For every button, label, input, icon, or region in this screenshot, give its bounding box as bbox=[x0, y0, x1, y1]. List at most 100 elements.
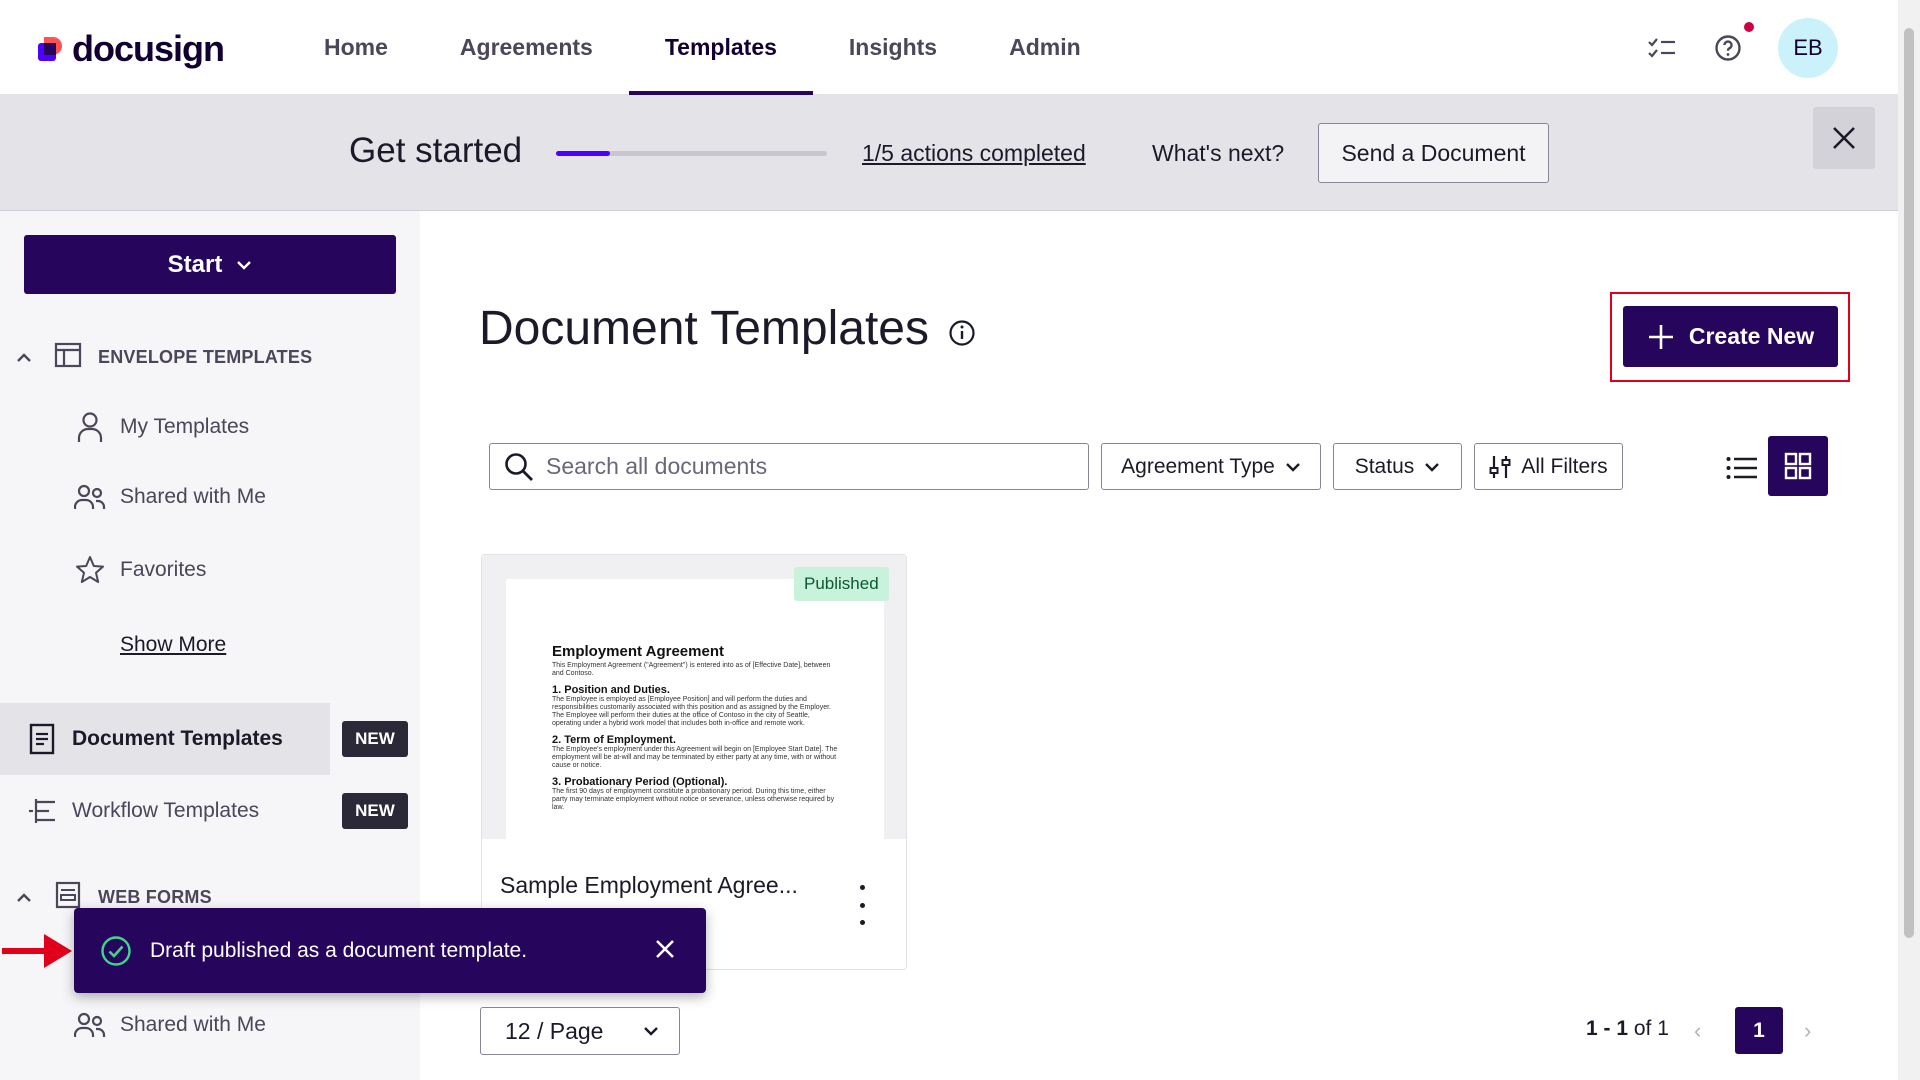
sidebar-item-label: Shared with Me bbox=[120, 1013, 266, 1036]
nav-admin[interactable]: Admin bbox=[973, 0, 1117, 95]
per-page-select[interactable]: 12 / Page bbox=[480, 1007, 680, 1055]
main-nav: Home Agreements Templates Insights Admin bbox=[288, 0, 1117, 95]
progress-fill bbox=[556, 151, 611, 156]
list-view-button[interactable] bbox=[1712, 438, 1772, 498]
search-box bbox=[489, 443, 1089, 490]
sidebar-item-label: Shared with Me bbox=[120, 485, 266, 508]
status-label: Status bbox=[1354, 454, 1415, 478]
red-arrow-icon bbox=[2, 934, 72, 968]
nav-agreements[interactable]: Agreements bbox=[424, 0, 629, 95]
sidebar-item-my-templates[interactable]: My Templates bbox=[74, 411, 249, 443]
tasks-icon[interactable] bbox=[1646, 32, 1678, 64]
template-layout-icon bbox=[54, 341, 84, 374]
notification-dot bbox=[1744, 22, 1754, 32]
workflow-icon bbox=[26, 797, 58, 825]
get-started-banner: Get started 1/5 actions completed What's… bbox=[0, 95, 1898, 211]
envelope-templates-label: ENVELOPE TEMPLATES bbox=[98, 347, 313, 367]
docusign-logo[interactable]: docusign bbox=[38, 28, 225, 70]
preview-intro: This Employment Agreement ("Agreement") … bbox=[552, 662, 831, 677]
new-badge: NEW bbox=[342, 793, 408, 829]
template-thumbnail[interactable]: Employment Agreement This Employment Agr… bbox=[482, 555, 906, 839]
preview-heading: Employment Agreement bbox=[552, 643, 724, 660]
next-page-icon[interactable]: › bbox=[1804, 1018, 1811, 1044]
previous-page-icon[interactable]: ‹ bbox=[1694, 1018, 1701, 1044]
document-icon bbox=[26, 723, 58, 755]
preview-section-body: The Employee's employment under this Agr… bbox=[552, 746, 838, 769]
sidebar-item-document-templates[interactable]: Document Templates bbox=[0, 703, 330, 775]
pagination-summary: 1 - 1 of 1 bbox=[1586, 1017, 1669, 1041]
preview-section-body: The first 90 days of employment constitu… bbox=[552, 788, 835, 811]
person-icon bbox=[74, 411, 106, 443]
close-icon bbox=[656, 940, 674, 958]
page-scrollbar[interactable] bbox=[1898, 0, 1920, 1080]
status-filter[interactable]: Status bbox=[1333, 443, 1462, 490]
more-options-icon[interactable] bbox=[852, 885, 872, 925]
grid-view-button[interactable] bbox=[1768, 436, 1828, 496]
close-banner-button[interactable] bbox=[1813, 107, 1875, 169]
all-filters-button[interactable]: All Filters bbox=[1474, 443, 1623, 490]
template-title[interactable]: Sample Employment Agree... bbox=[500, 872, 798, 899]
top-navigation-bar: docusign Home Agreements Templates Insig… bbox=[0, 0, 1898, 95]
actions-completed-link[interactable]: 1/5 actions completed bbox=[862, 140, 1086, 167]
sidebar-item-webforms-shared-with-me[interactable]: Shared with Me bbox=[74, 1011, 266, 1039]
new-badge: NEW bbox=[342, 721, 408, 757]
sidebar-item-label: Favorites bbox=[120, 558, 207, 581]
close-icon bbox=[1833, 127, 1855, 149]
logo-mark-icon bbox=[38, 35, 64, 63]
chevron-down-icon bbox=[1286, 462, 1300, 472]
create-new-button[interactable]: Create New bbox=[1623, 306, 1838, 367]
sidebar-item-label: My Templates bbox=[120, 415, 250, 438]
sidebar-item-shared-with-me[interactable]: Shared with Me bbox=[74, 483, 266, 511]
show-more-link[interactable]: Show More bbox=[120, 633, 226, 657]
preview-section-title: 3. Probationary Period (Optional). bbox=[552, 776, 728, 788]
banner-title: Get started bbox=[349, 131, 523, 170]
list-icon bbox=[1726, 457, 1757, 479]
info-icon[interactable] bbox=[948, 319, 976, 352]
preview-section-body: The Employee is employed as [Employee Po… bbox=[552, 696, 831, 727]
web-forms-label: WEB FORMS bbox=[98, 887, 212, 907]
preview-section-title: 2. Term of Employment. bbox=[552, 734, 676, 746]
whats-next-label: What's next? bbox=[1152, 140, 1285, 166]
progress-bar bbox=[556, 151, 827, 156]
chevron-down-icon bbox=[1425, 462, 1440, 472]
agreement-type-filter[interactable]: Agreement Type bbox=[1101, 443, 1321, 490]
plus-icon bbox=[1648, 324, 1673, 349]
toast-message: Draft published as a document template. bbox=[150, 938, 528, 962]
pagination-range: 1 - 1 bbox=[1586, 1017, 1629, 1040]
per-page-label: 12 / Page bbox=[505, 1017, 604, 1044]
send-document-button[interactable]: Send a Document bbox=[1318, 123, 1549, 183]
people-icon bbox=[74, 1011, 106, 1039]
nav-templates[interactable]: Templates bbox=[628, 0, 813, 95]
document-preview: Employment Agreement This Employment Agr… bbox=[506, 579, 884, 839]
help-icon[interactable] bbox=[1712, 22, 1754, 64]
avatar[interactable]: EB bbox=[1778, 18, 1838, 78]
current-page-button[interactable]: 1 bbox=[1735, 1007, 1783, 1054]
scrollbar-thumb[interactable] bbox=[1904, 28, 1914, 938]
chevron-up-icon bbox=[16, 347, 36, 368]
sidebar-item-label: Document Templates bbox=[72, 727, 283, 750]
start-label: Start bbox=[167, 250, 223, 278]
chevron-down-icon bbox=[237, 260, 252, 270]
sidebar-item-workflow-templates[interactable]: Workflow Templates bbox=[0, 775, 330, 847]
envelope-templates-header[interactable]: ENVELOPE TEMPLATES bbox=[16, 341, 312, 374]
search-icon bbox=[505, 452, 533, 481]
preview-section-title: 1. Position and Duties. bbox=[552, 684, 670, 696]
sliders-icon bbox=[1489, 455, 1511, 478]
sidebar-item-label: Workflow Templates bbox=[72, 799, 260, 822]
toast-close-button[interactable] bbox=[654, 938, 676, 966]
chevron-up-icon bbox=[16, 887, 36, 908]
star-icon bbox=[74, 555, 106, 585]
toast-notification: Draft published as a document template. bbox=[74, 908, 706, 993]
search-input[interactable] bbox=[546, 453, 1066, 480]
sidebar-item-favorites[interactable]: Favorites bbox=[74, 555, 206, 585]
nav-home[interactable]: Home bbox=[288, 0, 424, 95]
status-badge: Published bbox=[794, 567, 889, 601]
page-title: Document Templates bbox=[479, 302, 929, 355]
nav-insights[interactable]: Insights bbox=[813, 0, 973, 95]
all-filters-label: All Filters bbox=[1521, 454, 1608, 478]
create-new-label: Create New bbox=[1688, 323, 1815, 349]
pagination-of: of 1 bbox=[1633, 1017, 1669, 1040]
chevron-down-icon bbox=[644, 1027, 658, 1036]
logo-text: docusign bbox=[72, 28, 225, 69]
start-button[interactable]: Start bbox=[24, 235, 396, 294]
